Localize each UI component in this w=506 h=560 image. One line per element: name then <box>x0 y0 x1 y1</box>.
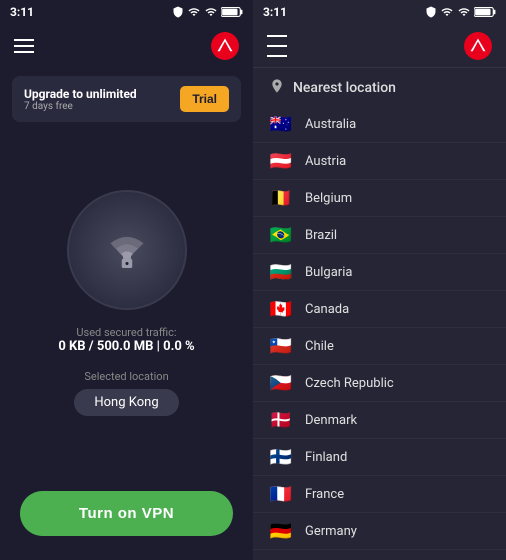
country-flag: 🇧🇪 <box>269 190 293 206</box>
country-flag: 🇦🇹 <box>269 153 293 169</box>
left-status-icons <box>172 6 243 18</box>
left-status-bar: 3:11 <box>0 0 253 24</box>
right-avira-icon <box>469 37 487 55</box>
upgrade-subtitle: 7 days free <box>24 101 137 112</box>
country-list[interactable]: 🇦🇺 Australia 🇦🇹 Austria 🇧🇪 Belgium 🇧🇷 Brazil 🇧🇬 B… <box>253 106 506 560</box>
nearest-location-header: Nearest location <box>253 68 506 106</box>
country-list-item[interactable]: 🇨🇱 Chile <box>253 328 506 365</box>
country-list-item[interactable]: 🇩🇪 Germany <box>253 513 506 550</box>
country-flag: 🇦🇺 <box>269 116 293 132</box>
country-name: Austria <box>305 154 490 169</box>
country-list-item[interactable]: 🇦🇹 Austria <box>253 143 506 180</box>
country-list-item[interactable]: 🇧🇪 Belgium <box>253 180 506 217</box>
country-list-item[interactable]: 🇦🇺 Australia <box>253 106 506 143</box>
country-name: Czech Republic <box>305 376 490 391</box>
upgrade-text-area: Upgrade to unlimited 7 days free <box>24 87 137 112</box>
nearest-location-title: Nearest location <box>293 80 396 96</box>
country-list-item[interactable]: 🇫🇷 France <box>253 476 506 513</box>
country-flag: 🇫🇷 <box>269 486 293 502</box>
country-flag: 🇧🇷 <box>269 227 293 243</box>
country-flag: 🇨🇱 <box>269 338 293 354</box>
country-name: Belgium <box>305 191 490 206</box>
vpn-icon-area: Used secured traffic: 0 KB / 500.0 MB | … <box>0 130 253 491</box>
right-signal-icon <box>440 6 454 18</box>
country-flag: 🇩🇪 <box>269 523 293 539</box>
right-status-bar: 3:11 <box>253 0 506 24</box>
vpn-status-circle <box>67 190 187 310</box>
upgrade-banner: Upgrade to unlimited 7 days free Trial <box>12 76 241 122</box>
avira-logo <box>211 32 239 60</box>
traffic-label: Used secured traffic: <box>58 326 194 339</box>
shield-icon <box>172 6 184 18</box>
country-name: Australia <box>305 117 490 132</box>
location-badge[interactable]: Hong Kong <box>74 389 178 416</box>
right-shield-icon <box>425 6 437 18</box>
country-list-item[interactable]: 🇨🇦 Canada <box>253 291 506 328</box>
traffic-value: 0 KB / 500.0 MB | 0.0 % <box>58 339 194 354</box>
trial-button[interactable]: Trial <box>180 86 229 112</box>
country-flag: 🇧🇬 <box>269 264 293 280</box>
traffic-info: Used secured traffic: 0 KB / 500.0 MB | … <box>58 326 194 354</box>
country-name: Brazil <box>305 228 490 243</box>
avira-icon <box>216 37 234 55</box>
wifi-icon <box>204 6 218 18</box>
country-list-item[interactable]: 🇫🇮 Finland <box>253 439 506 476</box>
left-time: 3:11 <box>10 5 34 19</box>
battery-icon <box>221 6 243 18</box>
right-status-icons <box>425 6 496 18</box>
country-name: France <box>305 487 490 502</box>
country-name: Germany <box>305 524 490 539</box>
country-name: Canada <box>305 302 490 317</box>
location-label: Selected location <box>74 370 178 383</box>
country-flag: 🇫🇮 <box>269 449 293 465</box>
upgrade-title: Upgrade to unlimited <box>24 87 137 101</box>
country-list-item[interactable]: 🇧🇷 Brazil <box>253 217 506 254</box>
country-flag: 🇨🇦 <box>269 301 293 317</box>
country-flag: 🇨🇿 <box>269 375 293 391</box>
left-top-bar <box>0 24 253 68</box>
country-name: Bulgaria <box>305 265 490 280</box>
location-section: Selected location Hong Kong <box>74 370 178 416</box>
vpn-icon <box>97 220 157 280</box>
menu-button[interactable] <box>14 39 34 53</box>
turn-on-vpn-button[interactable]: Turn on VPN <box>20 491 233 536</box>
country-flag: 🇩🇰 <box>269 412 293 428</box>
country-list-item[interactable]: 🇩🇰 Denmark <box>253 402 506 439</box>
country-list-item[interactable]: 🇬🇷Greece <box>253 550 506 560</box>
right-time: 3:11 <box>263 5 287 19</box>
signal-icon <box>187 6 201 18</box>
location-pin-icon <box>269 78 285 98</box>
right-panel: 3:11 Nearest location 🇦🇺 Australia 🇦🇹 Austr… <box>253 0 506 560</box>
right-wifi-icon <box>457 6 471 18</box>
country-name: Chile <box>305 339 490 354</box>
right-top-bar <box>253 24 506 68</box>
right-avira-logo <box>464 32 492 60</box>
right-battery-icon <box>474 6 496 18</box>
left-panel: 3:11 Upgrade to unlimited 7 days free Tr… <box>0 0 253 560</box>
right-menu-button[interactable] <box>267 35 287 57</box>
country-name: Denmark <box>305 413 490 428</box>
country-list-item[interactable]: 🇨🇿 Czech Republic <box>253 365 506 402</box>
country-name: Finland <box>305 450 490 465</box>
country-list-item[interactable]: 🇧🇬 Bulgaria <box>253 254 506 291</box>
